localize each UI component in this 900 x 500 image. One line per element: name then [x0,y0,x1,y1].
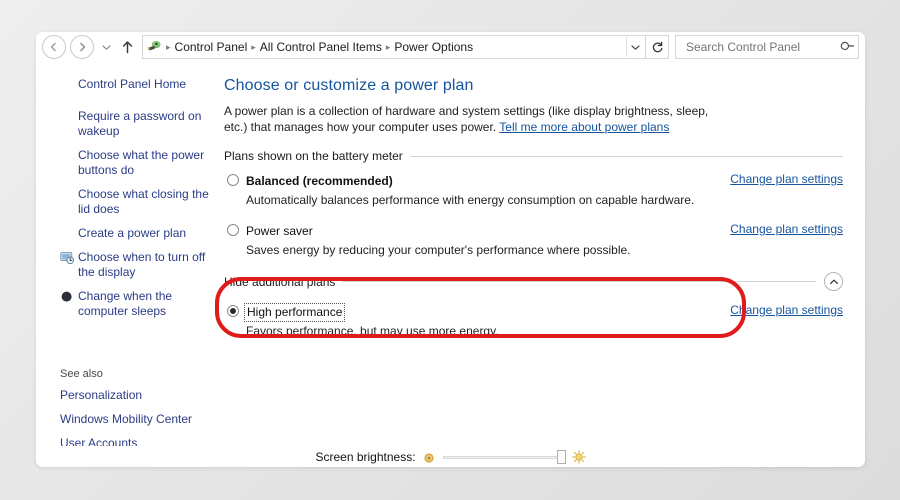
radio-high-performance[interactable] [227,305,239,317]
sidebar-item-control-panel-home[interactable]: Control Panel Home [60,77,224,92]
brightness-slider[interactable] [442,450,566,464]
group-divider [342,281,816,282]
control-panel-window: ▸ Control Panel ▸ All Control Panel Item… [36,32,865,467]
plan-title: High performance [243,303,346,322]
screen-brightness-label: Screen brightness: [315,450,416,464]
chevron-down-icon[interactable] [626,37,643,57]
sleep-moon-icon [60,290,74,304]
plan-description: Saves energy by reducing your computer's… [246,243,631,257]
plan-description: Favors performance, but may use more ene… [246,324,499,338]
refresh-button[interactable] [646,35,669,59]
breadcrumb-power-options[interactable]: Power Options [391,39,476,55]
sidebar-item-power-buttons[interactable]: Choose what the power buttons do [60,148,224,178]
plan-title: Power saver [246,224,313,238]
sidebar-item-label: Choose what closing the lid does [78,187,209,216]
address-bar[interactable]: ▸ Control Panel ▸ All Control Panel Item… [142,35,646,59]
sidebar: Control Panel Home Require a password on… [36,63,224,467]
plan-power-saver[interactable]: Power saver Change plan settings Saves e… [224,222,843,258]
page-title: Choose or customize a power plan [224,77,474,94]
navigation-toolbar: ▸ Control Panel ▸ All Control Panel Item… [36,32,865,63]
sidebar-item-personalization[interactable]: Personalization [60,388,208,403]
page-description: A power plan is a collection of hardware… [224,103,724,135]
screen-brightness-bar: Screen brightness: [36,446,865,467]
change-plan-settings-power-saver[interactable]: Change plan settings [730,222,843,236]
sidebar-item-label: Personalization [60,388,143,402]
search-input[interactable] [684,39,841,55]
sidebar-item-label: Change when the computer sleeps [78,289,173,318]
see-also-title: See also [60,368,103,380]
change-plan-settings-high-performance[interactable]: Change plan settings [730,303,843,317]
bright-sun-icon [571,450,586,464]
up-one-level-button[interactable] [116,36,138,58]
sidebar-item-require-password[interactable]: Require a password on wakeup [60,109,224,139]
control-panel-icon [147,39,163,55]
hide-additional-plans-label[interactable]: Hide additional plans [224,275,335,289]
sidebar-item-turn-off-display[interactable]: Choose when to turn off the display [60,250,224,280]
breadcrumb-all-items[interactable]: All Control Panel Items [257,39,385,55]
recent-pages-dropdown[interactable] [98,36,114,58]
sidebar-item-label: Control Panel Home [78,77,187,91]
plan-description: Automatically balances performance with … [246,193,695,207]
group-divider [409,155,843,157]
sidebar-item-label: Require a password on wakeup [78,109,202,138]
slider-track[interactable] [442,456,563,459]
group-label: Plans shown on the battery meter [224,149,403,163]
dim-sun-icon [423,451,435,463]
plan-high-performance[interactable]: High performance Change plan settings Fa… [224,303,843,339]
sidebar-item-label: Choose what the power buttons do [78,148,205,177]
search-box[interactable] [675,35,859,59]
sidebar-item-label: Windows Mobility Center [60,412,193,426]
slider-thumb[interactable] [556,450,566,464]
sidebar-item-closing-lid[interactable]: Choose what closing the lid does [60,187,224,217]
chevron-up-icon[interactable] [824,272,843,291]
sidebar-item-create-power-plan[interactable]: Create a power plan [60,226,224,241]
window-body: Control Panel Home Require a password on… [36,63,865,467]
display-clock-icon [60,251,74,265]
back-button[interactable] [42,35,66,59]
group-additional-plans: Hide additional plans [224,272,843,291]
sidebar-item-computer-sleeps[interactable]: Change when the computer sleeps [60,289,224,319]
group-battery-meter: Plans shown on the battery meter [224,149,843,163]
change-plan-settings-balanced[interactable]: Change plan settings [730,172,843,186]
plan-title: Balanced (recommended) [246,174,393,188]
radio-power-saver[interactable] [227,224,239,236]
forward-button[interactable] [70,35,94,59]
main-content: ? Choose or customize a power plan A pow… [224,63,865,467]
sidebar-item-label: Create a power plan [78,226,187,240]
sidebar-item-windows-mobility-center[interactable]: Windows Mobility Center [60,412,208,427]
sidebar-item-label: Choose when to turn off the display [78,250,206,279]
plan-balanced[interactable]: Balanced (recommended) Change plan setti… [224,172,843,208]
breadcrumb-control-panel[interactable]: Control Panel [172,39,251,55]
radio-balanced[interactable] [227,174,239,186]
tell-me-more-link[interactable]: Tell me more about power plans [499,120,669,134]
